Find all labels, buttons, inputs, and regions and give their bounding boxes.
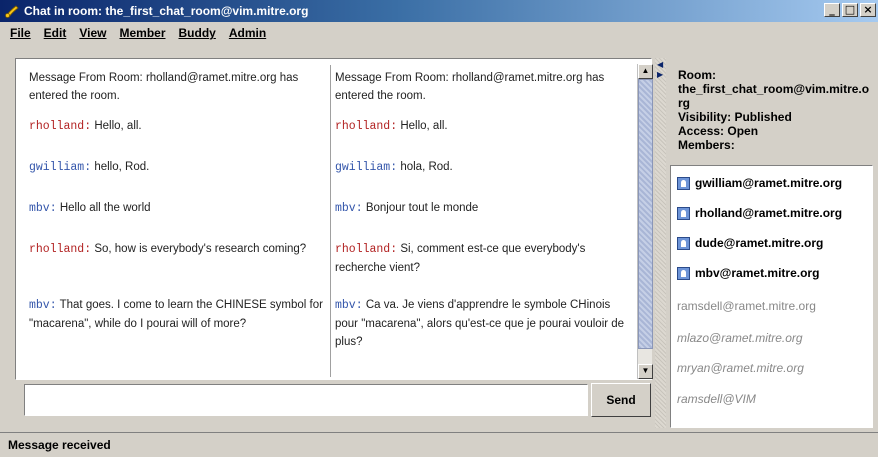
member-name: ramsdell@VIM xyxy=(677,392,756,406)
member-item[interactable]: ramsdell@VIM xyxy=(677,392,756,406)
message-nick: mbv: xyxy=(335,299,363,312)
message-nick: rholland: xyxy=(29,243,92,256)
close-button[interactable]: × xyxy=(860,3,876,17)
message-text: That goes. I come to learn the CHINESE s… xyxy=(29,299,323,330)
member-name: gwilliam@ramet.mitre.org xyxy=(695,176,843,190)
chat-message: rholland: Hello, all. xyxy=(29,117,325,136)
member-item[interactable]: rholland@ramet.mitre.org xyxy=(677,206,842,220)
message-nick: rholland: xyxy=(335,243,398,256)
chat-message: mbv: Ca va. Je viens d'apprendre le symb… xyxy=(335,296,631,351)
room-visibility: Visibility: Published xyxy=(678,110,792,124)
chat-message: Message From Room: rholland@ramet.mitre.… xyxy=(335,69,631,105)
member-item[interactable]: dude@ramet.mitre.org xyxy=(677,236,823,250)
message-text: So, how is everybody's research coming? xyxy=(94,243,307,255)
translated-messages-column: Message From Room: rholland@ramet.mitre.… xyxy=(331,65,637,377)
status-bar: Message received xyxy=(0,432,878,457)
menu-file[interactable]: File xyxy=(10,26,31,40)
user-icon xyxy=(677,236,690,250)
message-text: hola, Rod. xyxy=(400,161,453,173)
collapse-right-arrow-icon[interactable]: ▶ xyxy=(657,70,663,79)
chat-message: rholland: So, how is everybody's researc… xyxy=(29,240,325,259)
message-nick: mbv: xyxy=(335,202,363,215)
chat-message: gwilliam: hello, Rod. xyxy=(29,158,325,177)
collapse-left-arrow-icon[interactable]: ◀ xyxy=(657,60,663,69)
menu-buddy[interactable]: Buddy xyxy=(179,26,216,40)
maximize-button[interactable]: □ xyxy=(842,3,858,17)
member-item[interactable]: mlazo@ramet.mitre.org xyxy=(677,331,803,345)
member-item[interactable]: mryan@ramet.mitre.org xyxy=(677,361,804,375)
member-name: rholland@ramet.mitre.org xyxy=(695,206,843,220)
menu-bar: File Edit View Member Buddy Admin xyxy=(0,22,878,44)
member-item[interactable]: gwilliam@ramet.mitre.org xyxy=(677,176,842,190)
room-name: the_first_chat_room@vim.mitre.org xyxy=(678,82,870,110)
chat-message: Message From Room: rholland@ramet.mitre.… xyxy=(29,69,325,105)
phone-icon xyxy=(4,3,20,19)
chat-window: Chat in room: the_first_chat_room@vim.mi… xyxy=(0,0,878,457)
message-text: Hello all the world xyxy=(59,202,151,214)
scroll-down-arrow-icon[interactable]: ▼ xyxy=(638,364,653,379)
window-controls: _ □ × xyxy=(822,3,876,17)
message-text: Ca va. Je viens d'apprendre le symbole C… xyxy=(335,299,625,348)
member-name: mlazo@ramet.mitre.org xyxy=(677,331,803,345)
menu-edit[interactable]: Edit xyxy=(44,26,67,40)
member-name: mbv@ramet.mitre.org xyxy=(695,266,820,280)
user-icon xyxy=(677,176,690,190)
window-title: Chat in room: the_first_chat_room@vim.mi… xyxy=(24,4,309,18)
room-access: Access: Open xyxy=(678,124,759,138)
message-text: Hello, all. xyxy=(400,120,448,132)
member-name: dude@ramet.mitre.org xyxy=(695,236,824,250)
chat-message: mbv: Hello all the world xyxy=(29,199,325,218)
room-label: Room: xyxy=(678,68,716,82)
room-info: Room: the_first_chat_room@vim.mitre.org … xyxy=(678,68,873,152)
member-list[interactable]: gwilliam@ramet.mitre.org rholland@ramet.… xyxy=(670,165,873,428)
chat-message: mbv: Bonjour tout le monde xyxy=(335,199,631,218)
message-nick: mbv: xyxy=(29,299,57,312)
chat-scrollbar[interactable]: ▲ ▼ xyxy=(637,64,653,379)
minimize-button[interactable]: _ xyxy=(824,3,840,17)
member-item[interactable]: ramsdell@ramet.mitre.org xyxy=(677,299,816,313)
chat-transcript-panel: Message From Room: rholland@ramet.mitre.… xyxy=(15,58,652,380)
title-bar[interactable]: Chat in room: the_first_chat_room@vim.mi… xyxy=(0,0,878,22)
chat-message: rholland: Si, comment est-ce que everybo… xyxy=(335,240,631,277)
member-name: ramsdell@ramet.mitre.org xyxy=(677,299,816,313)
split-pane-divider[interactable]: ◀ ▶ xyxy=(655,58,666,428)
menu-view[interactable]: View xyxy=(79,26,106,40)
message-nick: rholland: xyxy=(335,120,398,133)
user-icon xyxy=(677,266,690,280)
user-icon xyxy=(677,206,690,220)
message-text: Bonjour tout le monde xyxy=(365,202,479,214)
scroll-up-arrow-icon[interactable]: ▲ xyxy=(638,64,653,79)
message-text: Hello, all. xyxy=(94,120,142,132)
message-nick: mbv: xyxy=(29,202,57,215)
member-name: mryan@ramet.mitre.org xyxy=(677,361,804,375)
message-text: hello, Rod. xyxy=(94,161,150,173)
chat-message: mbv: That goes. I come to learn the CHIN… xyxy=(29,296,325,333)
system-message: Message From Room: rholland@ramet.mitre.… xyxy=(29,72,299,102)
message-input[interactable] xyxy=(24,384,588,416)
members-label: Members: xyxy=(678,138,735,152)
system-message: Message From Room: rholland@ramet.mitre.… xyxy=(335,72,605,102)
message-nick: gwilliam: xyxy=(335,161,398,174)
message-nick: gwilliam: xyxy=(29,161,92,174)
chat-message: gwilliam: hola, Rod. xyxy=(335,158,631,177)
send-button[interactable]: Send xyxy=(591,383,651,417)
member-item[interactable]: mbv@ramet.mitre.org xyxy=(677,266,819,280)
chat-message: rholland: Hello, all. xyxy=(335,117,631,136)
original-messages-column: Message From Room: rholland@ramet.mitre.… xyxy=(25,65,331,377)
menu-member[interactable]: Member xyxy=(119,26,165,40)
scroll-thumb[interactable] xyxy=(638,79,653,349)
message-nick: rholland: xyxy=(29,120,92,133)
menu-admin[interactable]: Admin xyxy=(229,26,266,40)
